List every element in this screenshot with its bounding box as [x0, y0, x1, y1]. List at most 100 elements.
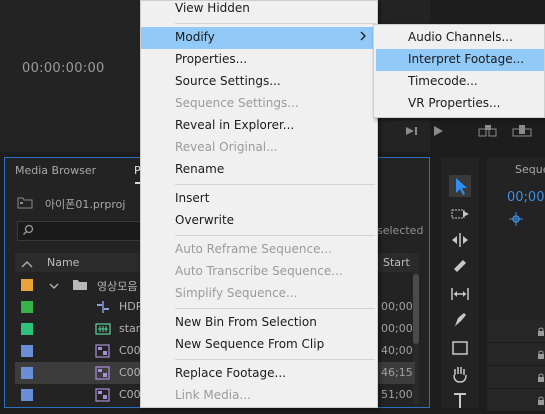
item-start-time: 40;00: [381, 344, 413, 357]
label-color-swatch[interactable]: [21, 323, 33, 335]
project-name: 아이폰01.prproj: [45, 198, 126, 211]
lock-icon[interactable]: [537, 395, 545, 408]
lock-icon[interactable]: [537, 372, 545, 385]
menu-item-auto-reframe-sequence[interactable]: Auto Reframe Sequence...: [141, 239, 377, 261]
column-name[interactable]: Name: [47, 256, 79, 269]
modify-submenu: Audio Channels... Interpret Footage... Tim…: [373, 24, 545, 118]
menu-item-reveal-in-explorer[interactable]: Reveal in Explorer...: [141, 115, 377, 137]
menu-item-label: Overwrite: [175, 213, 235, 227]
menu-item-new-sequence-from-clip[interactable]: New Sequence From Clip: [141, 334, 377, 356]
menu-item-view-hidden[interactable]: View Hidden: [141, 0, 377, 20]
ripple-edit-tool-icon[interactable]: [449, 229, 471, 251]
menu-item-label: Reveal in Explorer...: [175, 118, 295, 132]
menu-item-reveal-original[interactable]: Reveal Original...: [141, 137, 377, 159]
menu-item-label: Reveal Original...: [175, 140, 278, 154]
submenu-item-interpret-footage[interactable]: Interpret Footage...: [376, 49, 544, 71]
monitor-timecode[interactable]: 00:00:00:00: [22, 61, 105, 76]
tools-panel: [441, 157, 479, 408]
menu-separator: [175, 184, 375, 185]
item-start-time: 51;00: [381, 388, 413, 401]
chevron-right-icon: [359, 31, 367, 44]
tab-media-browser[interactable]: Media Browser: [15, 164, 96, 177]
play-icon[interactable]: [431, 125, 445, 137]
menu-item-label: Insert: [175, 191, 210, 205]
video-clip-icon: [95, 366, 111, 383]
track-select-tool-icon[interactable]: [449, 203, 471, 225]
menu-separator: [175, 359, 375, 360]
item-start-time: 00;00: [381, 322, 413, 335]
menu-item-label: Auto Transcribe Sequence...: [175, 264, 343, 278]
label-color-swatch[interactable]: [21, 345, 33, 357]
submenu-item-vr-properties[interactable]: VR Properties...: [376, 93, 544, 115]
menu-item-label: Link Media...: [175, 388, 251, 402]
submenu-item-audio-channels[interactable]: Audio Channels...: [376, 27, 544, 49]
hand-tool-icon[interactable]: [449, 363, 471, 385]
menu-item-link-media[interactable]: Link Media...: [141, 385, 377, 407]
context-menu: View Hidden Modify Properties... Source Set…: [140, 0, 378, 408]
label-color-swatch[interactable]: [21, 301, 33, 313]
step-forward-icon[interactable]: [404, 125, 418, 137]
menu-item-label: Properties...: [175, 52, 248, 66]
selection-tool-icon[interactable]: [449, 175, 471, 197]
menu-item-label: Replace Footage...: [175, 366, 286, 380]
menu-item-replace-footage[interactable]: Replace Footage...: [141, 363, 377, 385]
sort-up-icon[interactable]: [21, 258, 33, 271]
chevron-down-icon[interactable]: [49, 280, 59, 293]
menu-item-label: Auto Reframe Sequence...: [175, 242, 332, 256]
menu-item-new-bin-from-selection[interactable]: New Bin From Selection: [141, 312, 377, 334]
item-start-time: 00;00: [381, 300, 413, 313]
menu-item-label: Source Settings...: [175, 74, 281, 88]
slip-tool-icon[interactable]: [449, 283, 471, 305]
menu-separator: [175, 23, 375, 24]
menu-item-modify[interactable]: Modify: [141, 27, 377, 49]
snap-icon[interactable]: [509, 212, 523, 229]
menu-item-simplify-sequence[interactable]: Simplify Sequence...: [141, 283, 377, 305]
search-icon: [22, 224, 34, 239]
menu-separator: [175, 235, 375, 236]
submenu-item-timecode[interactable]: Timecode...: [376, 71, 544, 93]
sequence-timecode[interactable]: 00;00: [507, 190, 544, 205]
pen-tool-icon[interactable]: [449, 309, 471, 331]
menu-item-label: Simplify Sequence...: [175, 286, 298, 300]
submenu-item-label: Timecode...: [408, 74, 478, 88]
video-clip-icon: [95, 344, 111, 361]
submenu-item-label: Interpret Footage...: [408, 52, 525, 66]
video-clip-icon: [95, 388, 111, 405]
submenu-item-label: Audio Channels...: [408, 30, 513, 44]
selection-count: selected: [377, 224, 424, 237]
menu-item-overwrite[interactable]: Overwrite: [141, 210, 377, 232]
sequence-tab[interactable]: Seque: [515, 163, 545, 176]
menu-item-properties[interactable]: Properties...: [141, 49, 377, 71]
column-start[interactable]: Start: [383, 256, 410, 269]
menu-item-insert[interactable]: Insert: [141, 188, 377, 210]
lock-icon[interactable]: [537, 326, 545, 339]
label-color-swatch[interactable]: [21, 389, 33, 401]
item-start-time: 46;15: [381, 366, 413, 379]
menu-separator: [175, 308, 375, 309]
menu-item-label: New Bin From Selection: [175, 315, 317, 329]
label-color-swatch[interactable]: [21, 367, 33, 379]
bin-folder-icon: [73, 279, 87, 293]
insert-icon[interactable]: [478, 124, 498, 138]
menu-item-label: New Sequence From Clip: [175, 337, 325, 351]
menu-item-label: Rename: [175, 162, 225, 176]
overwrite-icon[interactable]: [512, 124, 532, 138]
menu-item-sequence-settings[interactable]: Sequence Settings...: [141, 93, 377, 115]
menu-item-label: View Hidden: [175, 1, 250, 15]
submenu-item-label: VR Properties...: [408, 96, 501, 110]
menu-item-source-settings[interactable]: Source Settings...: [141, 71, 377, 93]
lock-icon[interactable]: [537, 349, 545, 362]
menu-item-label: Modify: [175, 30, 215, 44]
project-folder-icon: [17, 196, 33, 209]
menu-item-auto-transcribe-sequence[interactable]: Auto Transcribe Sequence...: [141, 261, 377, 283]
search-input[interactable]: [17, 221, 147, 241]
menu-item-label: Sequence Settings...: [175, 96, 299, 110]
razor-tool-icon[interactable]: [449, 255, 471, 277]
item-name: 영상모음: [97, 280, 138, 293]
menu-item-rename[interactable]: Rename: [141, 159, 377, 181]
sequence-icon: [95, 322, 111, 339]
rectangle-tool-icon[interactable]: [449, 337, 471, 359]
timeline-panel: Seque 00;00: [487, 157, 545, 412]
adjustment-layer-icon: [95, 300, 111, 317]
label-color-swatch[interactable]: [21, 279, 33, 291]
